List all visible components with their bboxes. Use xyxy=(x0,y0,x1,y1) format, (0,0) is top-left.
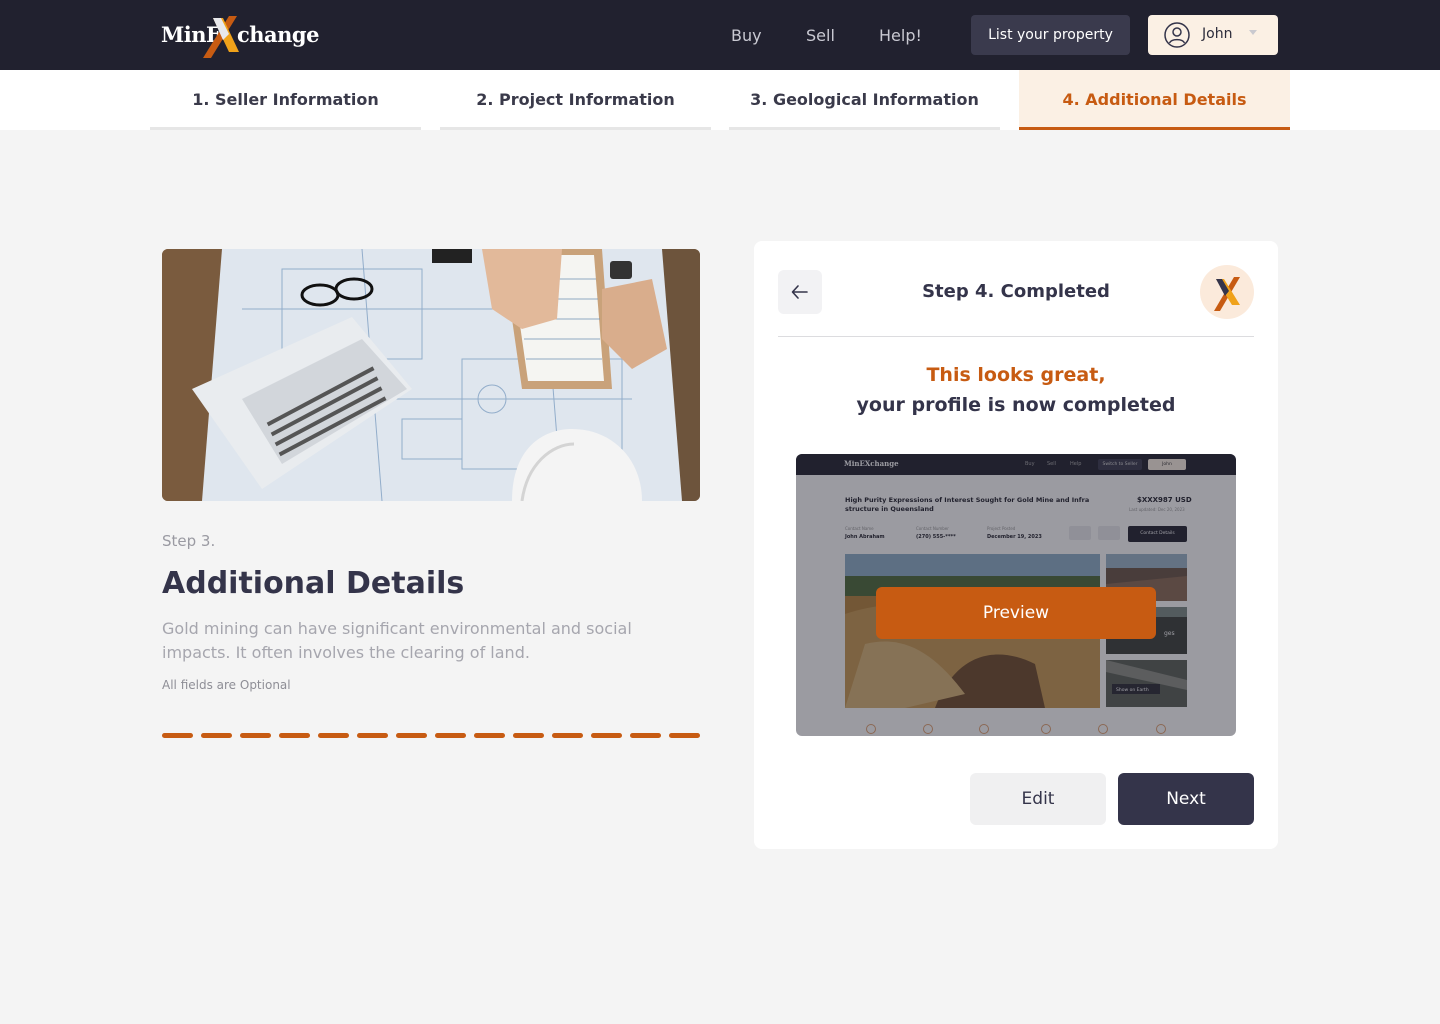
tab-seller-information[interactable]: 1. Seller Information xyxy=(150,70,421,130)
completion-card: Step 4. Completed This looks great, your… xyxy=(754,241,1278,849)
nav-sell[interactable]: Sell xyxy=(806,26,835,45)
listing-preview: MinEXchange Buy Sell Help Switch to Sell… xyxy=(796,454,1236,736)
progress-segment xyxy=(162,733,193,738)
progress-segment xyxy=(435,733,466,738)
brand-badge xyxy=(1200,265,1254,319)
blueprint-laptop-photo xyxy=(162,249,700,501)
tab-geological-information[interactable]: 3. Geological Information xyxy=(729,70,1000,130)
chevron-down-icon xyxy=(1249,30,1257,35)
user-name: John xyxy=(1202,26,1233,42)
success-headline: This looks great, xyxy=(926,364,1106,386)
nav-help[interactable]: Help! xyxy=(879,26,922,45)
success-subheadline: your profile is now completed xyxy=(856,394,1176,416)
progress-segment xyxy=(669,733,700,738)
nav-buy[interactable]: Buy xyxy=(731,26,762,45)
progress-segment xyxy=(552,733,583,738)
edit-button[interactable]: Edit xyxy=(970,773,1106,825)
progress-segment xyxy=(318,733,349,738)
tab-project-information[interactable]: 2. Project Information xyxy=(440,70,711,130)
hero-image xyxy=(162,249,700,501)
step-label: Step 3. xyxy=(162,532,216,550)
progress-segment xyxy=(201,733,232,738)
progress-segment xyxy=(474,733,505,738)
progress-segment xyxy=(513,733,544,738)
divider xyxy=(778,336,1254,337)
top-navbar: MinE change Buy Sell Help! List your pro… xyxy=(0,0,1440,70)
logo-text-part2: change xyxy=(237,22,319,47)
preview-button[interactable]: Preview xyxy=(876,587,1156,639)
user-menu-button[interactable]: John xyxy=(1148,15,1278,55)
progress-segment xyxy=(357,733,388,738)
user-circle-icon xyxy=(1164,22,1190,48)
progress-segment xyxy=(279,733,310,738)
logo-x-icon xyxy=(1214,277,1240,311)
progress-segment xyxy=(240,733,271,738)
logo[interactable]: MinE change xyxy=(161,14,319,60)
progress-segment xyxy=(591,733,622,738)
optional-note: All fields are Optional xyxy=(162,678,291,692)
list-property-button[interactable]: List your property xyxy=(971,15,1130,55)
progress-segment xyxy=(396,733,427,738)
step-progress xyxy=(162,733,700,739)
page-title: Additional Details xyxy=(162,566,465,601)
progress-segment xyxy=(630,733,661,738)
tab-additional-details[interactable]: 4. Additional Details xyxy=(1019,70,1290,130)
section-description: Gold mining can have significant environ… xyxy=(162,619,632,662)
next-button[interactable]: Next xyxy=(1118,773,1254,825)
